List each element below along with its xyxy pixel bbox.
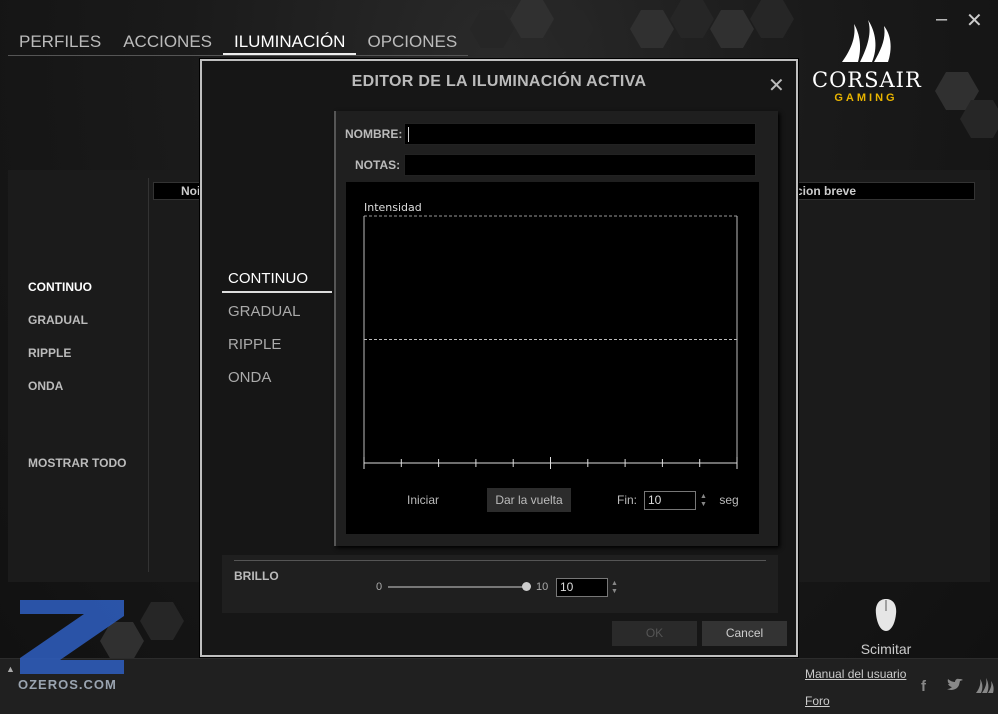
device-name: Scimitar <box>860 641 912 657</box>
app-window: PERFILES ACCIONES ILUMINACIÓN OPCIONES –… <box>0 0 998 714</box>
watermark-text: OZEROS.COM <box>18 677 117 692</box>
watermark: OZEROS.COM <box>18 598 128 692</box>
bg-menu-continuo[interactable]: CONTINUO <box>28 280 92 294</box>
hex-decoration <box>630 10 674 48</box>
name-input[interactable] <box>404 123 756 145</box>
end-label: Fin: <box>616 493 637 507</box>
ok-button[interactable]: OK <box>612 621 697 646</box>
dialog-title: EDITOR DE LA ILUMINACIÓN ACTIVA <box>351 73 647 90</box>
corsair-logo: CORSAIR GAMING <box>812 18 922 105</box>
collapse-arrow-icon[interactable]: ▲ <box>6 664 15 674</box>
bg-column-desc: cion breve <box>795 182 975 200</box>
hex-decoration <box>710 10 754 48</box>
device-scimitar[interactable]: Scimitar <box>846 598 926 657</box>
brightness-slider-thumb[interactable] <box>522 582 531 591</box>
start-button[interactable]: Iniciar <box>396 488 450 512</box>
brightness-label: BRILLO <box>234 569 279 583</box>
intensity-graph: Intensidad Iniciar Dar la vuelta Fin: 10… <box>346 182 759 534</box>
end-time-stepper[interactable]: ▲ ▼ <box>700 493 708 509</box>
top-nav: PERFILES ACCIONES ILUMINACIÓN OPCIONES <box>8 30 469 56</box>
graph-label: Intensidad <box>364 201 422 214</box>
bg-show-all[interactable]: MOSTRAR TODO <box>28 456 126 470</box>
facebook-icon[interactable]: f <box>921 678 926 695</box>
effect-settings-panel: NOMBRE: NOTAS: Intensidad Iniciar Dar la… <box>334 111 778 546</box>
hex-decoration <box>470 10 514 48</box>
logo-sub: GAMING <box>834 92 898 104</box>
hex-decoration <box>510 0 554 38</box>
effect-continuo[interactable]: CONTINUO <box>228 270 308 287</box>
corsair-social-icon[interactable] <box>974 678 994 698</box>
intensity-graph-canvas[interactable] <box>346 182 759 534</box>
nav-tab-perfiles[interactable]: PERFILES <box>8 30 112 55</box>
dialog-close-button[interactable]: ✕ <box>768 73 785 98</box>
brightness-max: 10 <box>536 581 549 593</box>
minimize-button[interactable]: – <box>936 8 947 31</box>
cancel-button[interactable]: Cancel <box>702 621 787 646</box>
lighting-editor-dialog: EDITOR DE LA ILUMINACIÓN ACTIVA ✕ CONTIN… <box>200 59 798 657</box>
user-manual-link[interactable]: Manual del usuario <box>805 667 906 681</box>
background-divider <box>148 178 149 572</box>
effect-gradual[interactable]: GRADUAL <box>228 303 301 320</box>
brightness-slider-track[interactable] <box>388 586 526 588</box>
effect-ripple[interactable]: RIPPLE <box>228 336 281 353</box>
brightness-stepper[interactable]: ▲ ▼ <box>611 580 619 596</box>
ozeros-logo-icon <box>20 600 124 674</box>
time-unit: seg <box>719 493 739 507</box>
text-caret <box>408 127 409 142</box>
bg-column-name: Noi <box>153 182 203 200</box>
twitter-icon[interactable] <box>946 678 964 696</box>
close-window-button[interactable]: ✕ <box>966 8 983 33</box>
brightness-input[interactable]: 10 <box>556 578 608 597</box>
nav-tab-iluminacion[interactable]: ILUMINACIÓN <box>223 30 357 55</box>
hex-decoration <box>670 0 714 38</box>
hex-decoration <box>550 10 594 48</box>
end-time-input[interactable]: 10 <box>644 491 696 510</box>
bg-menu-gradual[interactable]: GRADUAL <box>28 313 88 327</box>
logo-brand: CORSAIR <box>812 68 922 92</box>
notes-input[interactable] <box>404 154 756 176</box>
hex-decoration <box>140 602 184 640</box>
loop-button[interactable]: Dar la vuelta <box>487 488 571 512</box>
effect-onda[interactable]: ONDA <box>228 369 271 386</box>
bg-menu-ripple[interactable]: RIPPLE <box>28 346 71 360</box>
notes-label: NOTAS: <box>355 158 401 172</box>
nav-tab-acciones[interactable]: ACCIONES <box>112 30 223 55</box>
corsair-sails-icon <box>842 20 891 62</box>
bg-menu-onda[interactable]: ONDA <box>28 379 63 393</box>
brightness-min: 0 <box>376 581 383 593</box>
forum-link[interactable]: Foro <box>805 694 830 708</box>
brightness-divider <box>234 560 766 561</box>
effect-active-underline <box>222 291 332 293</box>
nav-tab-opciones[interactable]: OPCIONES <box>356 30 468 55</box>
brightness-panel: BRILLO 0 10 10 ▲ ▼ <box>222 555 778 613</box>
hex-decoration <box>750 0 794 38</box>
name-label: NOMBRE: <box>345 127 403 141</box>
mouse-icon <box>875 599 897 631</box>
